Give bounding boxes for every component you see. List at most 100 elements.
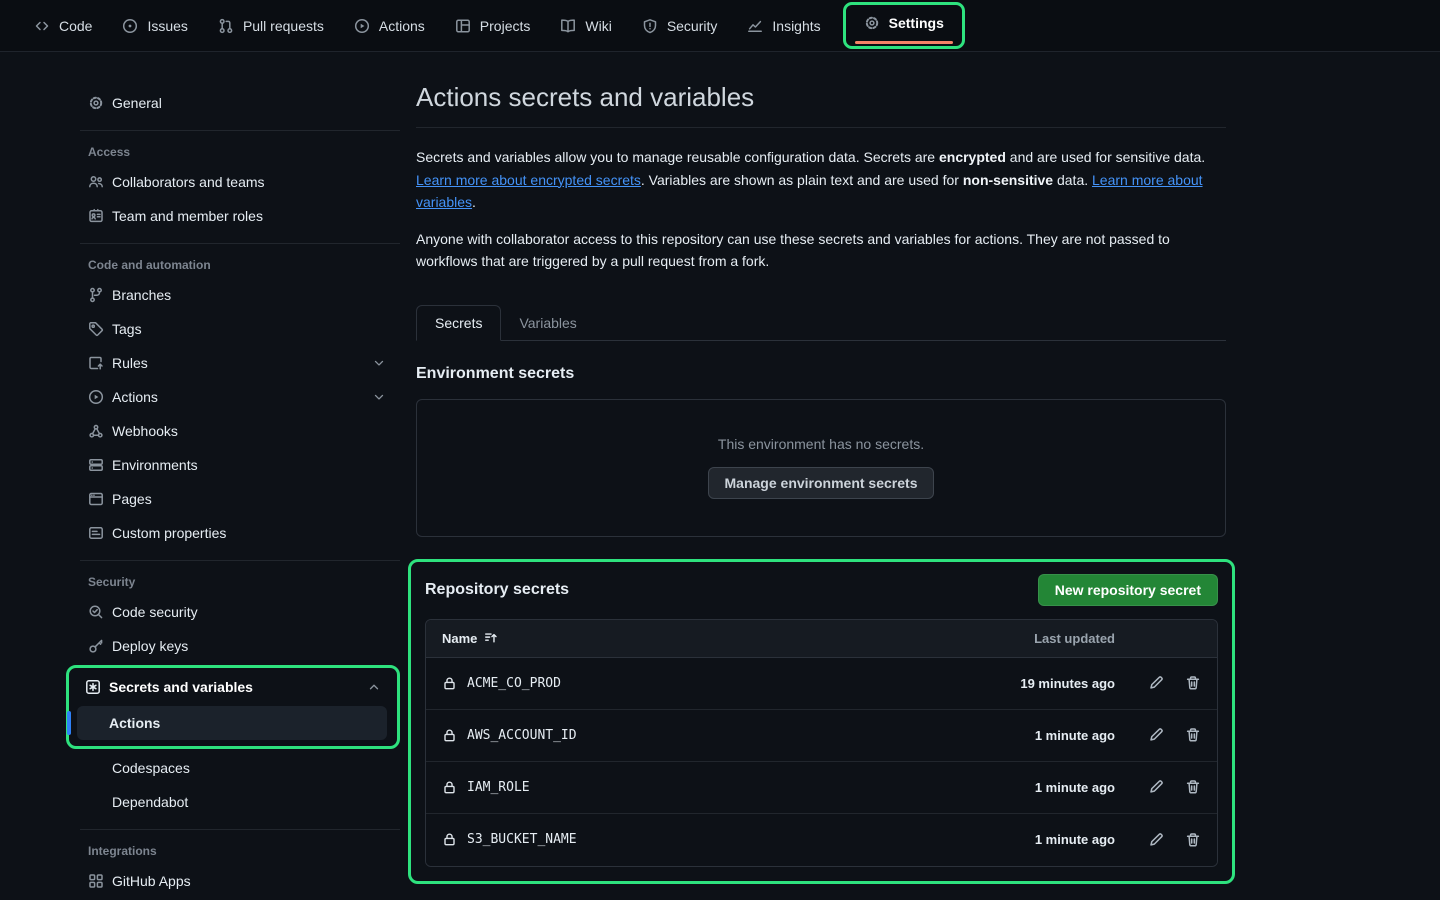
tab-pull-requests[interactable]: Pull requests xyxy=(206,10,336,42)
sidebar-section-security: Security xyxy=(72,575,400,589)
book-icon xyxy=(560,18,576,34)
tab-security[interactable]: Security xyxy=(630,10,730,42)
sidebar-item-branches[interactable]: Branches xyxy=(72,278,400,312)
sidebar-item-rules[interactable]: Rules xyxy=(72,346,400,380)
shield-icon xyxy=(642,18,658,34)
sidebar-item-label: Custom properties xyxy=(112,525,392,541)
sidebar-item-code-security[interactable]: Code security xyxy=(72,595,400,629)
column-header-name[interactable]: Name xyxy=(442,631,498,646)
description-bold-encrypted: encrypted xyxy=(939,149,1006,165)
settings-tab-highlight-annotation: Settings xyxy=(843,2,965,49)
divider xyxy=(80,829,400,830)
sidebar-item-custom-properties[interactable]: Custom properties xyxy=(72,516,400,550)
people-icon xyxy=(88,174,104,190)
sidebar-item-secrets-and-variables[interactable]: Secrets and variables xyxy=(73,670,395,704)
table-row: IAM_ROLE 1 minute ago xyxy=(426,762,1217,814)
sidebar-item-label: Pages xyxy=(112,491,392,507)
tab-secrets[interactable]: Secrets xyxy=(416,305,501,341)
note-icon xyxy=(88,525,104,541)
tab-code[interactable]: Code xyxy=(22,10,104,42)
tab-code-label: Code xyxy=(59,18,92,34)
chevron-down-icon xyxy=(372,390,386,404)
code-icon xyxy=(34,18,50,34)
environment-secrets-empty-box: This environment has no secrets. Manage … xyxy=(416,399,1226,537)
link-learn-more-encrypted-secrets[interactable]: Learn more about encrypted secrets xyxy=(416,172,641,188)
table-row: ACME_CO_PROD 19 minutes ago xyxy=(426,658,1217,710)
sidebar-item-label: Actions xyxy=(112,389,364,405)
issue-opened-icon xyxy=(122,18,138,34)
delete-secret-button[interactable] xyxy=(1185,727,1201,743)
main-content: Actions secrets and variables Secrets an… xyxy=(416,80,1226,900)
sidebar-item-label: Webhooks xyxy=(112,423,392,439)
tab-insights-label: Insights xyxy=(772,18,820,34)
table-row: S3_BUCKET_NAME 1 minute ago xyxy=(426,814,1217,866)
description-text: . xyxy=(472,194,476,210)
sidebar-section-integrations: Integrations xyxy=(72,844,400,858)
git-pull-request-icon xyxy=(218,18,234,34)
repository-secrets-highlight-annotation: Repository secrets New repository secret… xyxy=(408,559,1235,884)
sidebar-item-github-apps[interactable]: GitHub Apps xyxy=(72,864,400,898)
tab-settings-label: Settings xyxy=(889,15,944,31)
new-repository-secret-button[interactable]: New repository secret xyxy=(1038,574,1218,606)
play-circle-icon xyxy=(88,389,104,405)
manage-environment-secrets-button[interactable]: Manage environment secrets xyxy=(708,467,935,499)
chevron-up-icon xyxy=(367,680,381,694)
sidebar-item-tags[interactable]: Tags xyxy=(72,312,400,346)
edit-secret-button[interactable] xyxy=(1148,727,1164,743)
tab-actions[interactable]: Actions xyxy=(342,10,437,42)
description-text: data. xyxy=(1053,172,1092,188)
sidebar-item-pages[interactable]: Pages xyxy=(72,482,400,516)
sidebar-item-label: Tags xyxy=(112,321,392,337)
id-badge-icon xyxy=(88,208,104,224)
sidebar-item-label: Branches xyxy=(112,287,392,303)
lock-icon xyxy=(442,676,457,691)
description-text: Secrets and variables allow you to manag… xyxy=(416,149,939,165)
environment-secrets-empty-text: This environment has no secrets. xyxy=(718,436,924,452)
description-paragraph: Secrets and variables allow you to manag… xyxy=(416,146,1226,214)
tab-variables[interactable]: Variables xyxy=(501,306,594,340)
delete-secret-button[interactable] xyxy=(1185,832,1201,848)
sidebar-item-webhooks[interactable]: Webhooks xyxy=(72,414,400,448)
table-row: AWS_ACCOUNT_ID 1 minute ago xyxy=(426,710,1217,762)
sidebar-item-label: Codespaces xyxy=(112,760,392,776)
sidebar-item-environments[interactable]: Environments xyxy=(72,448,400,482)
secret-last-updated: 1 minute ago xyxy=(985,832,1115,847)
key-icon xyxy=(88,638,104,654)
sidebar-item-label: Secrets and variables xyxy=(109,679,359,695)
key-asterisk-icon xyxy=(85,679,101,695)
tab-insights[interactable]: Insights xyxy=(735,10,832,42)
secret-name: S3_BUCKET_NAME xyxy=(467,832,577,847)
sidebar-item-label: Environments xyxy=(112,457,392,473)
tab-pull-requests-label: Pull requests xyxy=(243,18,324,34)
table-icon xyxy=(455,18,471,34)
sidebar-item-team-roles[interactable]: Team and member roles xyxy=(72,199,400,233)
settings-sidebar: General Access Collaborators and teams T… xyxy=(72,80,400,900)
collaborator-access-paragraph: Anyone with collaborator access to this … xyxy=(416,228,1226,273)
sidebar-subitem-codespaces[interactable]: Codespaces xyxy=(72,751,400,785)
edit-secret-button[interactable] xyxy=(1148,675,1164,691)
sidebar-item-actions[interactable]: Actions xyxy=(72,380,400,414)
sidebar-subitem-actions-selected[interactable]: Actions xyxy=(77,706,387,740)
lock-icon xyxy=(442,728,457,743)
edit-secret-button[interactable] xyxy=(1148,832,1164,848)
tab-issues[interactable]: Issues xyxy=(110,10,199,42)
repo-tab-nav: Code Issues Pull requests Actions Projec… xyxy=(0,0,1440,52)
tab-wiki[interactable]: Wiki xyxy=(548,10,623,42)
table-header-row: Name Last updated xyxy=(426,620,1217,658)
environment-secrets-heading: Environment secrets xyxy=(416,365,1226,383)
tab-settings[interactable]: Settings xyxy=(854,9,954,37)
edit-secret-button[interactable] xyxy=(1148,779,1164,795)
tab-projects[interactable]: Projects xyxy=(443,10,543,42)
sidebar-item-label: Collaborators and teams xyxy=(112,174,392,190)
gear-icon xyxy=(88,95,104,111)
delete-secret-button[interactable] xyxy=(1185,779,1201,795)
sidebar-item-collaborators[interactable]: Collaborators and teams xyxy=(72,165,400,199)
sidebar-item-label: Actions xyxy=(109,715,379,731)
active-tab-underline xyxy=(855,41,953,44)
secrets-and-variables-highlight-annotation: Secrets and variables Actions xyxy=(66,665,400,749)
sidebar-item-general[interactable]: General xyxy=(72,86,400,120)
play-circle-icon xyxy=(354,18,370,34)
delete-secret-button[interactable] xyxy=(1185,675,1201,691)
sidebar-subitem-dependabot[interactable]: Dependabot xyxy=(72,785,400,819)
sidebar-item-deploy-keys[interactable]: Deploy keys xyxy=(72,629,400,663)
